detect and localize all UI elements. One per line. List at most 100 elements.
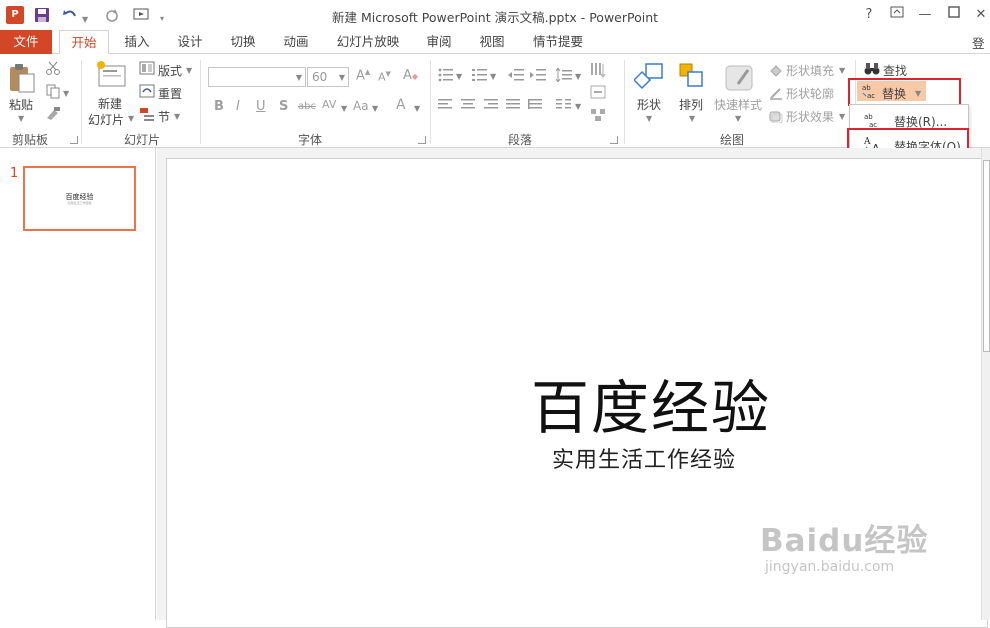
- quick-styles-icon[interactable]: [724, 62, 756, 95]
- find-icon[interactable]: [864, 62, 880, 79]
- bullets-dropdown-icon[interactable]: ▼: [456, 72, 462, 81]
- paste-icon[interactable]: [8, 62, 36, 97]
- reset-button[interactable]: 重置: [158, 85, 182, 102]
- section-icon[interactable]: [139, 107, 155, 124]
- columns-dropdown-icon[interactable]: ▼: [575, 102, 581, 111]
- font-color-icon[interactable]: A: [396, 97, 406, 113]
- slide-thumbnail[interactable]: 百度经验 实用生活工作经验: [23, 166, 136, 231]
- line-spacing-dropdown-icon[interactable]: ▼: [575, 72, 581, 81]
- quick-styles-dropdown-icon[interactable]: ▼: [735, 114, 741, 123]
- ribbon-display-options-icon[interactable]: [886, 6, 908, 24]
- font-name-select[interactable]: ▼: [208, 67, 306, 87]
- underline-icon[interactable]: U: [256, 99, 266, 114]
- arrange-icon[interactable]: [678, 62, 706, 95]
- shape-fill-button[interactable]: 形状填充: [786, 62, 834, 79]
- paste-button[interactable]: 粘贴: [9, 96, 33, 113]
- tab-slideshow[interactable]: 幻灯片放映: [328, 30, 408, 54]
- shape-outline-icon[interactable]: [769, 86, 783, 103]
- tab-file[interactable]: 文件: [0, 30, 52, 54]
- scrollbar-thumb[interactable]: [983, 160, 990, 352]
- italic-icon[interactable]: I: [236, 99, 240, 114]
- shape-outline-button[interactable]: 形状轮廓: [786, 85, 834, 102]
- new-slide-icon[interactable]: [96, 60, 128, 91]
- paragraph-launcher-icon[interactable]: [610, 136, 618, 144]
- copy-dropdown-icon[interactable]: ▼: [63, 89, 69, 98]
- shapes-button[interactable]: 形状: [637, 96, 661, 113]
- maximize-icon[interactable]: [943, 6, 965, 24]
- quick-styles-button[interactable]: 快速样式: [714, 96, 762, 113]
- clear-formatting-icon[interactable]: A◆: [403, 68, 418, 83]
- help-button[interactable]: ?: [858, 6, 880, 24]
- new-slide-dropdown-icon[interactable]: ▼: [128, 114, 134, 123]
- shape-fill-dropdown-icon[interactable]: ▼: [839, 66, 845, 75]
- slide-subtitle[interactable]: 实用生活工作经验: [552, 442, 736, 474]
- font-size-select[interactable]: 60 ▼: [307, 67, 349, 87]
- align-left-icon[interactable]: [438, 99, 452, 114]
- shape-effects-icon[interactable]: [769, 109, 783, 126]
- increase-font-size-icon[interactable]: A▲: [356, 68, 370, 83]
- layout-dropdown-icon[interactable]: ▼: [186, 66, 192, 75]
- section-button[interactable]: 节: [158, 108, 170, 125]
- tab-storyboarding[interactable]: 情节提要: [525, 30, 591, 54]
- text-direction-icon[interactable]: [590, 62, 606, 81]
- layout-icon[interactable]: [139, 61, 155, 78]
- new-slide-label-2[interactable]: 幻灯片: [88, 111, 124, 128]
- numbering-dropdown-icon[interactable]: ▼: [490, 72, 496, 81]
- copy-icon[interactable]: [45, 83, 61, 102]
- clipboard-launcher-icon[interactable]: [70, 136, 78, 144]
- increase-indent-icon[interactable]: [530, 68, 546, 85]
- font-size-dropdown-icon[interactable]: ▼: [339, 73, 345, 82]
- shapes-icon[interactable]: [632, 62, 666, 95]
- change-case-dropdown-icon[interactable]: ▼: [372, 104, 378, 113]
- bullets-icon[interactable]: [438, 68, 454, 85]
- minimize-icon[interactable]: —: [914, 6, 936, 24]
- align-text-icon[interactable]: [590, 85, 606, 102]
- tab-review[interactable]: 审阅: [418, 30, 460, 54]
- tab-transitions[interactable]: 切换: [222, 30, 264, 54]
- columns-icon[interactable]: [556, 99, 572, 114]
- paste-dropdown-icon[interactable]: ▼: [18, 114, 24, 123]
- tab-view[interactable]: 视图: [471, 30, 513, 54]
- font-name-dropdown-icon[interactable]: ▼: [296, 73, 302, 82]
- tab-home[interactable]: 开始: [59, 30, 109, 55]
- slide-number: 1: [10, 166, 19, 181]
- reset-icon[interactable]: [139, 84, 155, 101]
- tab-insert[interactable]: 插入: [116, 30, 158, 54]
- tab-design[interactable]: 设计: [169, 30, 211, 54]
- align-center-icon[interactable]: [461, 99, 475, 114]
- decrease-indent-icon[interactable]: [508, 68, 524, 85]
- decrease-font-size-icon[interactable]: A▼: [378, 70, 391, 84]
- close-icon[interactable]: ✕: [970, 6, 990, 24]
- align-right-icon[interactable]: [484, 99, 498, 114]
- font-size-value: 60: [312, 70, 328, 84]
- character-spacing-icon[interactable]: AV: [322, 98, 336, 111]
- strikethrough-icon[interactable]: abc: [298, 101, 316, 112]
- shapes-dropdown-icon[interactable]: ▼: [646, 114, 652, 123]
- change-case-icon[interactable]: Aa: [353, 99, 369, 113]
- section-dropdown-icon[interactable]: ▼: [174, 112, 180, 121]
- shape-fill-icon[interactable]: [769, 63, 783, 80]
- layout-button[interactable]: 版式: [158, 62, 182, 79]
- bold-icon[interactable]: B: [214, 99, 224, 114]
- character-spacing-dropdown-icon[interactable]: ▼: [341, 104, 347, 113]
- arrange-dropdown-icon[interactable]: ▼: [689, 114, 695, 123]
- font-color-dropdown-icon[interactable]: ▼: [414, 104, 420, 113]
- shape-effects-dropdown-icon[interactable]: ▼: [839, 112, 845, 121]
- tab-animations[interactable]: 动画: [275, 30, 317, 54]
- ribbon-tabs: 文件 开始 插入 设计 切换 动画 幻灯片放映 审阅 视图 情节提要 登录: [0, 30, 990, 70]
- arrange-button[interactable]: 排列: [679, 96, 703, 113]
- justify-icon[interactable]: [506, 99, 520, 114]
- text-shadow-icon[interactable]: S: [279, 99, 288, 114]
- shape-effects-button[interactable]: 形状效果: [786, 108, 834, 125]
- font-launcher-icon[interactable]: [418, 136, 426, 144]
- convert-to-smartart-icon[interactable]: [590, 108, 606, 125]
- distributed-icon[interactable]: [528, 99, 542, 114]
- find-button[interactable]: 查找: [883, 62, 907, 79]
- new-slide-label[interactable]: 新建: [98, 95, 122, 112]
- cut-icon[interactable]: [45, 60, 61, 79]
- format-painter-icon[interactable]: [45, 106, 61, 123]
- numbering-icon[interactable]: [472, 68, 488, 85]
- slide-title[interactable]: 百度经验: [531, 361, 771, 445]
- line-spacing-icon[interactable]: [555, 67, 572, 85]
- baidu-watermark: Baidu经验 jingyan.baidu.com: [760, 515, 928, 575]
